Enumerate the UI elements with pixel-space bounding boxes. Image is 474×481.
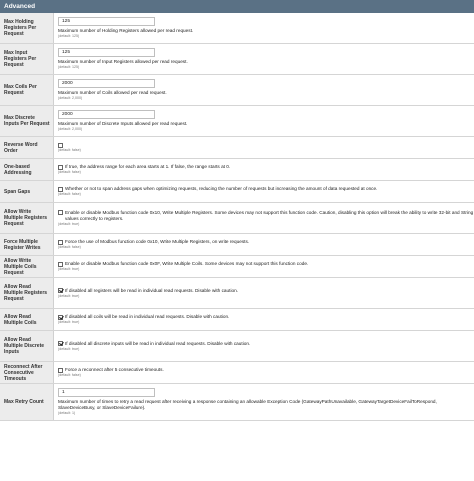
setting-description: Enable or disable Modbus function code 0… — [65, 209, 474, 221]
setting-input[interactable]: 125 — [58, 17, 155, 26]
setting-label: Reverse Word Order — [0, 137, 54, 158]
setting-value: Force a reconnect after 5 consecutive ti… — [54, 362, 474, 383]
default-value: (default: true) — [58, 221, 80, 226]
setting-label: Allow Read Multiple Registers Request — [0, 278, 54, 308]
setting-checkbox[interactable] — [58, 261, 63, 267]
setting-row: Max Retry Count 1 Maximum number of times … — [0, 384, 474, 421]
setting-row: Allow Write Multiple Registers Request En… — [0, 203, 474, 234]
default-value: (default: 1) — [58, 411, 76, 415]
setting-row: Max Holding Registers Per Request 125 Maxi… — [0, 13, 474, 44]
setting-label: Force Multiple Register Writes — [0, 234, 54, 255]
setting-label: Max Coils Per Request — [0, 75, 54, 105]
setting-label: Allow Read Multiple Coils — [0, 309, 54, 330]
setting-description: Maximum number of times to retry a read … — [58, 399, 437, 410]
setting-value: Whether or not to span address gaps when… — [54, 181, 474, 202]
setting-row: Allow Read Multiple Discrete Inputs If di… — [0, 331, 474, 362]
setting-value: Enable or disable Modbus function code 0… — [54, 256, 474, 277]
default-value: (default: 125) — [58, 65, 80, 69]
setting-value: 125 Maximum number of Holding Registers a… — [54, 13, 474, 43]
default-value: (default: false) — [58, 147, 81, 152]
setting-checkbox[interactable] — [58, 239, 63, 245]
setting-value: If disabled all coils will be read in in… — [54, 309, 474, 330]
setting-value: 125 Maximum number of Input Registers all… — [54, 44, 474, 74]
setting-row: Max Input Registers Per Request 125 Maximu… — [0, 44, 474, 75]
setting-label: Allow Read Multiple Discrete Inputs — [0, 331, 54, 361]
default-value: (default: false) — [58, 373, 81, 377]
setting-value: If true, the address range for each area… — [54, 159, 474, 180]
setting-label: Span Gaps — [0, 181, 54, 202]
default-value: (default: false) — [58, 192, 81, 196]
setting-label: Max Retry Count — [0, 384, 54, 420]
setting-label: Reconnect After Consecutive Timeouts — [0, 362, 54, 383]
setting-value: Enable or disable Modbus function code 0… — [54, 203, 474, 233]
setting-input[interactable]: 1 — [58, 388, 155, 397]
default-value: (default: true) — [58, 346, 80, 351]
setting-value: (default: false) — [54, 137, 474, 158]
setting-row: Allow Read Multiple Coils If disabled all… — [0, 309, 474, 331]
default-value: (default: true) — [58, 293, 80, 298]
setting-label: Max Holding Registers Per Request — [0, 13, 54, 43]
default-value: (default: 2,000) — [58, 127, 83, 131]
setting-checkbox[interactable] — [58, 314, 63, 320]
setting-row: Max Coils Per Request 2000 Maximum number … — [0, 75, 474, 106]
setting-row: Allow Write Multiple Coils Request Enable… — [0, 256, 474, 278]
setting-value: If disabled all registers will be read i… — [54, 278, 474, 308]
setting-label: Max Input Registers Per Request — [0, 44, 54, 74]
setting-row: Reverse Word Order (default: false) — [0, 137, 474, 159]
setting-checkbox[interactable] — [58, 210, 63, 215]
setting-checkbox[interactable] — [58, 288, 63, 293]
default-value: (default: false) — [58, 170, 81, 174]
setting-label: Allow Write Multiple Coils Request — [0, 256, 54, 277]
setting-row: Force Multiple Register Writes Force the … — [0, 234, 474, 256]
default-value: (default: 2,000) — [58, 96, 83, 100]
checkbox-line: Enable or disable Modbus function code 0… — [58, 210, 474, 222]
setting-row: One-based Addressing If true, the address… — [0, 159, 474, 181]
setting-input[interactable]: 2000 — [58, 110, 155, 119]
setting-value: Force the use of Modbus function code 0x… — [54, 234, 474, 255]
setting-value: If disabled all discrete inputs will be … — [54, 331, 474, 361]
setting-row: Span Gaps Whether or not to span address … — [0, 181, 474, 203]
setting-checkbox[interactable] — [58, 341, 63, 346]
default-value: (default: false) — [58, 245, 81, 249]
setting-checkbox[interactable] — [58, 164, 63, 170]
setting-input[interactable]: 125 — [58, 48, 155, 57]
settings-list: Max Holding Registers Per Request 125 Maxi… — [0, 13, 474, 421]
section-header: Advanced — [0, 0, 474, 13]
setting-row: Max Discrete Inputs Per Request 2000 Maxim… — [0, 106, 474, 137]
setting-checkbox[interactable] — [58, 367, 63, 373]
default-value: (default: true) — [58, 267, 80, 271]
default-value: (default: 125) — [58, 34, 80, 38]
advanced-settings-panel: Advanced Max Holding Registers Per Reque… — [0, 0, 474, 481]
setting-checkbox[interactable] — [58, 186, 63, 192]
setting-label: One-based Addressing — [0, 159, 54, 180]
setting-input[interactable]: 2000 — [58, 79, 155, 88]
setting-value: 2000 Maximum number of Coils allowed per … — [54, 75, 474, 105]
setting-value: 2000 Maximum number of Discrete Inputs al… — [54, 106, 474, 136]
setting-row: Allow Read Multiple Registers Request If … — [0, 278, 474, 309]
setting-checkbox[interactable] — [58, 142, 63, 148]
setting-label: Max Discrete Inputs Per Request — [0, 106, 54, 136]
setting-label: Allow Write Multiple Registers Request — [0, 203, 54, 233]
default-value: (default: true) — [58, 320, 80, 324]
setting-value: 1 Maximum number of times to retry a read… — [54, 384, 474, 420]
setting-row: Reconnect After Consecutive Timeouts Forc… — [0, 362, 474, 384]
